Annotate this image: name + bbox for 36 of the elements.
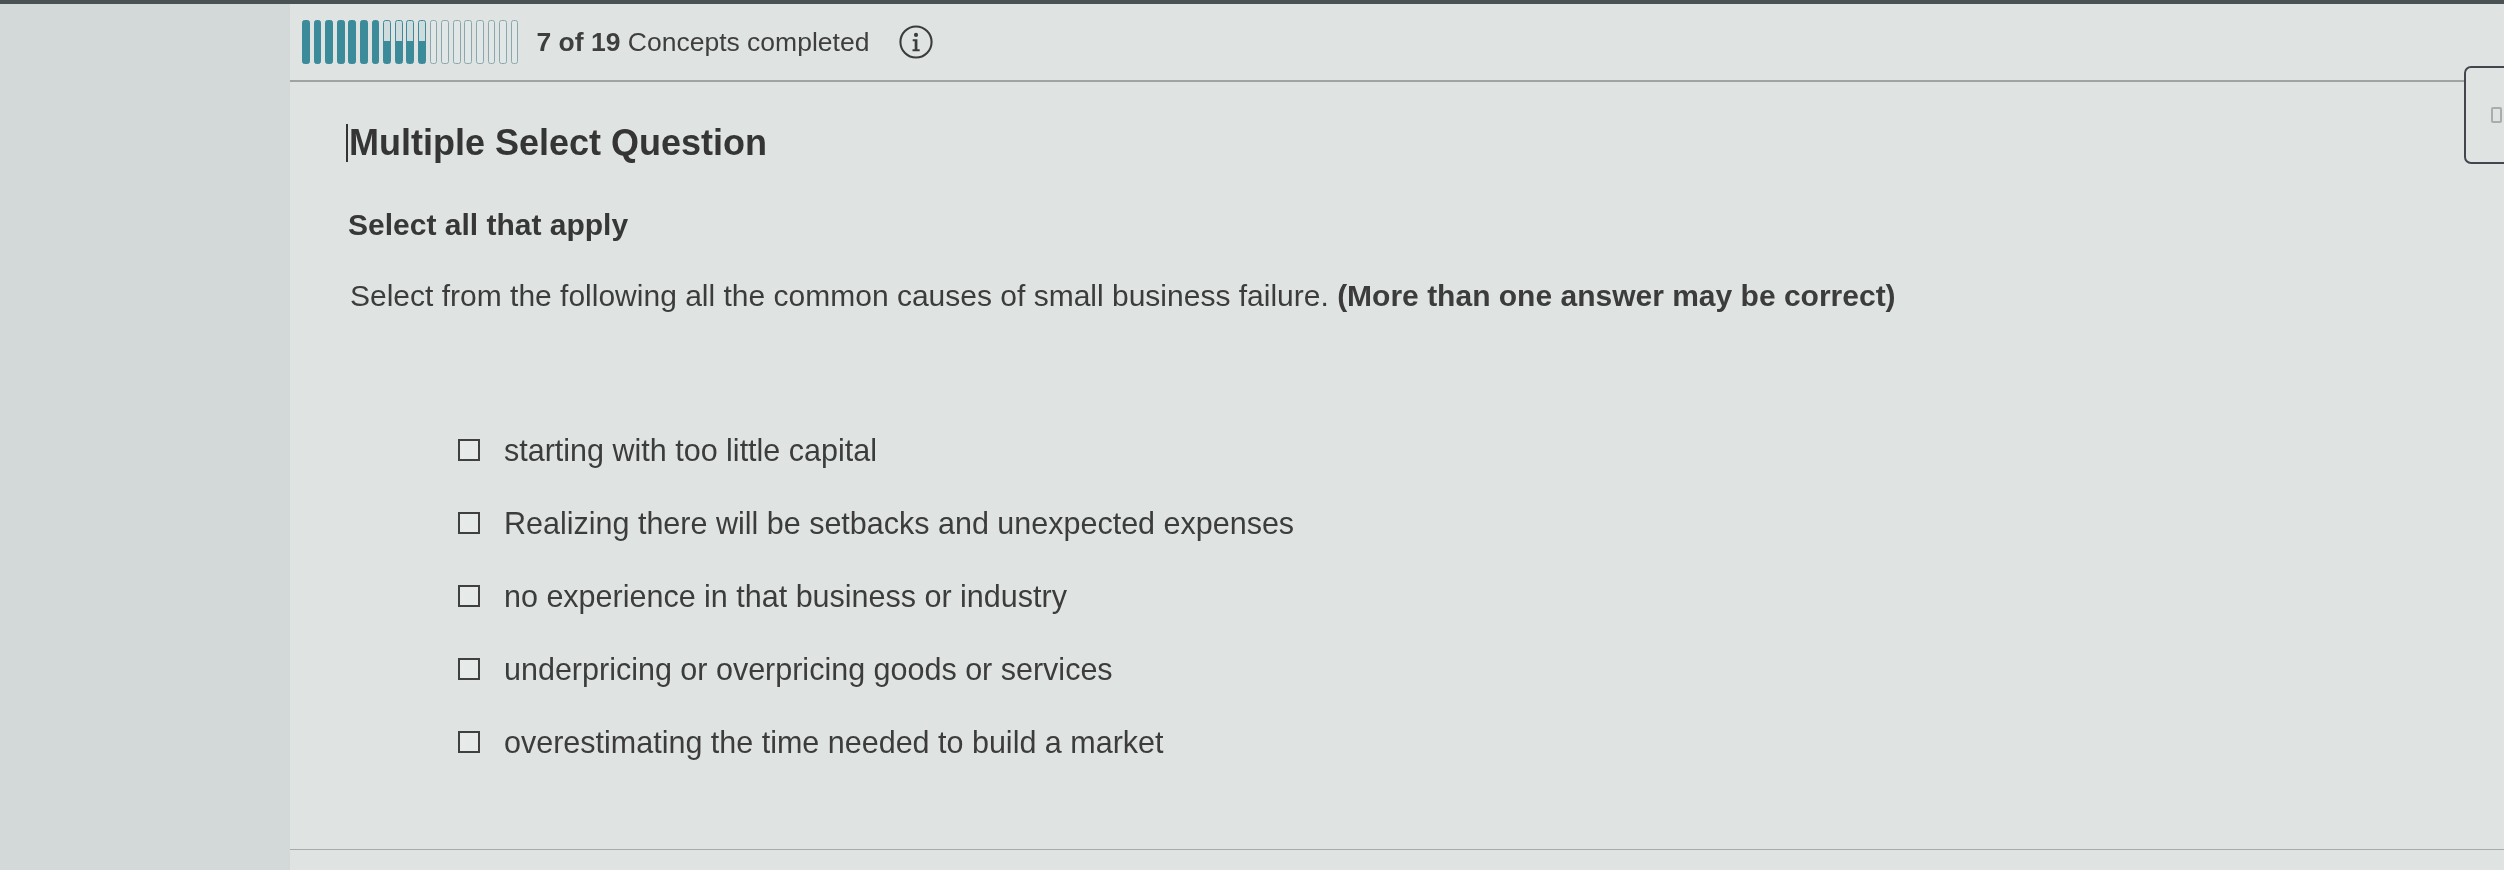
question-prompt: Select from the following all the common causes of small business failure. (More than one answer may be correct) bbox=[350, 278, 1896, 314]
empty-segment bbox=[429, 20, 438, 64]
empty-segment bbox=[452, 20, 461, 64]
instruction-text: Select all that apply bbox=[348, 208, 629, 242]
option-label[interactable]: starting with too little capital bbox=[504, 432, 877, 468]
completed-segment bbox=[348, 20, 357, 64]
completed-segment bbox=[302, 20, 310, 64]
checkbox[interactable] bbox=[458, 512, 480, 534]
partial-segment bbox=[394, 20, 403, 64]
empty-segment bbox=[510, 20, 519, 64]
empty-segment bbox=[464, 20, 473, 64]
completed-segment bbox=[313, 20, 322, 64]
checkbox[interactable] bbox=[458, 585, 480, 607]
option-label[interactable]: no experience in that business or industry bbox=[504, 578, 1067, 614]
text-cursor-icon bbox=[346, 124, 348, 162]
completed-segment bbox=[371, 20, 380, 64]
partial-segment bbox=[417, 20, 426, 64]
completed-segment bbox=[359, 20, 368, 64]
empty-segment bbox=[441, 20, 449, 64]
question-type-title: Multiple Select Question bbox=[349, 122, 768, 164]
option-label[interactable]: underpricing or overpricing goods or services bbox=[504, 651, 1113, 687]
option-label[interactable]: Realizing there will be setbacks and unexpected expenses bbox=[504, 505, 1295, 541]
square-icon bbox=[2491, 107, 2502, 123]
completed-segment bbox=[336, 20, 345, 64]
partial-segment bbox=[383, 20, 391, 64]
empty-segment bbox=[499, 20, 507, 64]
completed-segment bbox=[325, 20, 333, 64]
empty-segment bbox=[475, 20, 484, 64]
info-icon[interactable] bbox=[899, 25, 934, 59]
partial-segment bbox=[406, 20, 415, 64]
checkbox[interactable] bbox=[458, 439, 480, 461]
checkbox[interactable] bbox=[458, 731, 480, 753]
checkbox[interactable] bbox=[458, 658, 480, 680]
empty-segment bbox=[487, 20, 496, 64]
progress-label: 7 of 19 Concepts completed bbox=[536, 26, 870, 58]
option-label[interactable]: overestimating the time needed to build a market bbox=[504, 724, 1164, 760]
